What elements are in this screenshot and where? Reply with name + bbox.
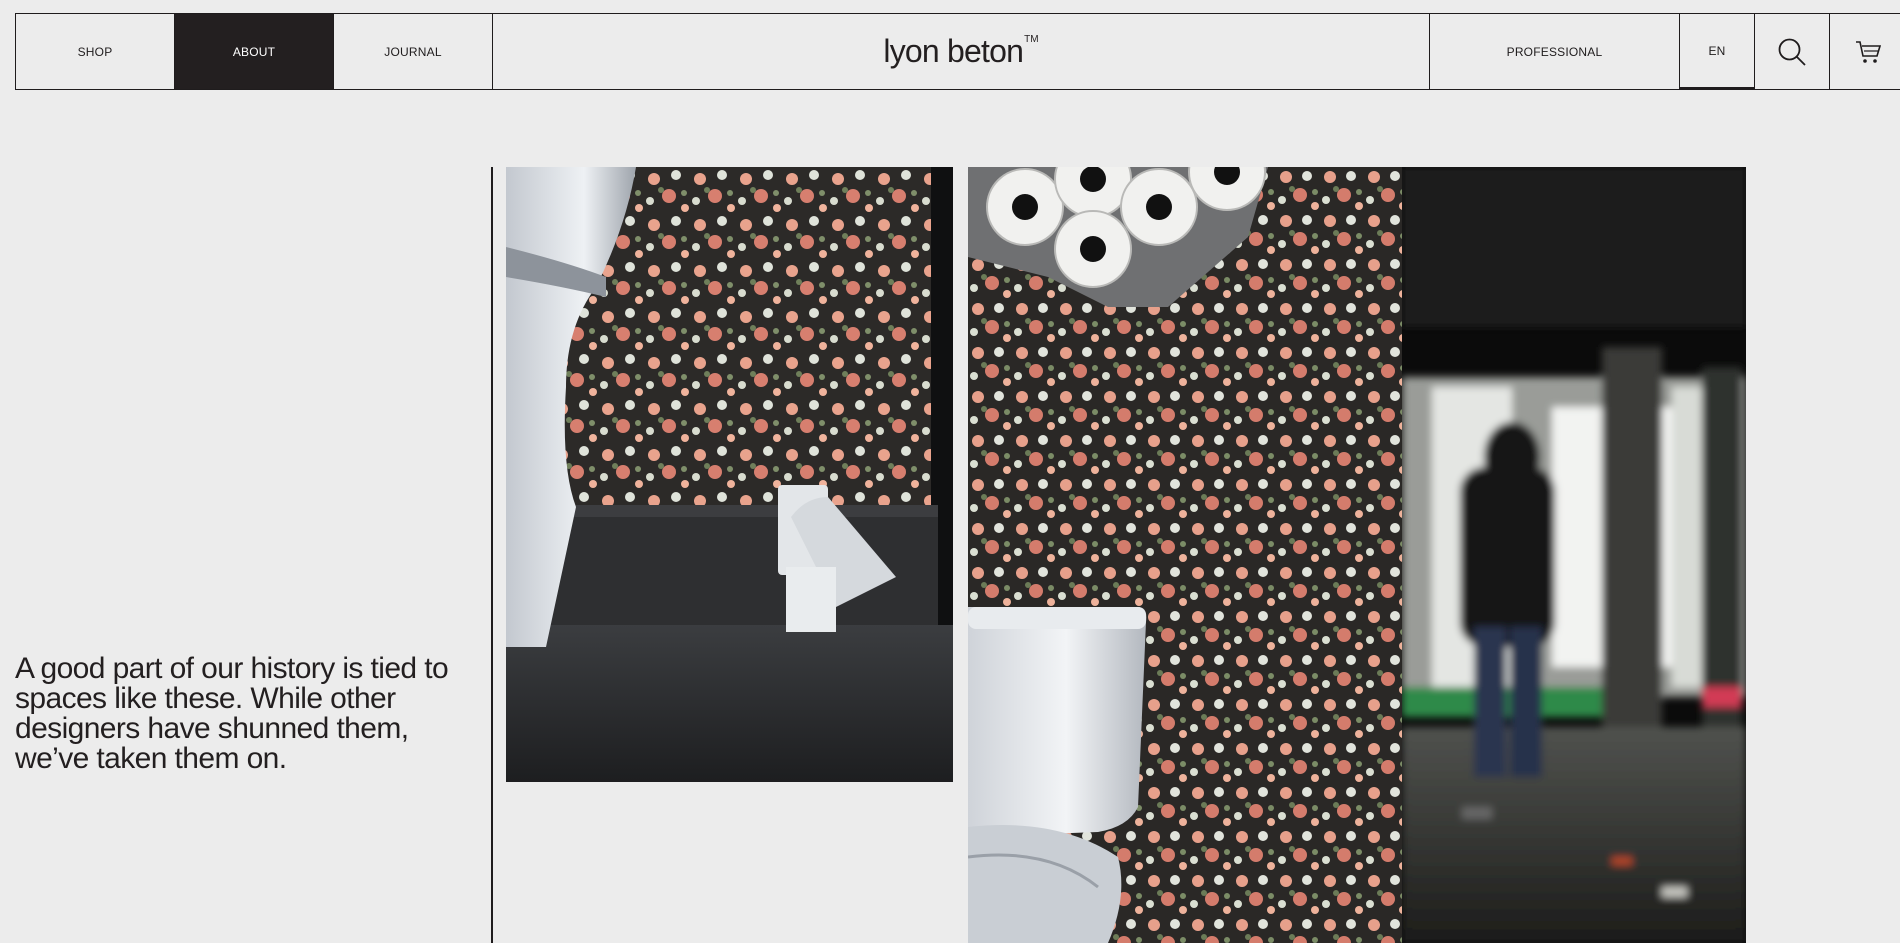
logo-cell[interactable]: lyon betonTM xyxy=(493,14,1430,89)
logo-text: lyon beton xyxy=(883,33,1024,69)
photo-person-concrete-image xyxy=(1402,167,1746,943)
photo-toilet-wallpaper-image xyxy=(506,167,953,782)
nav-shop[interactable]: SHOP xyxy=(16,14,175,89)
language-switch[interactable]: EN xyxy=(1680,14,1755,89)
photo-person-concrete xyxy=(1402,167,1746,943)
site-header: SHOP ABOUT JOURNAL lyon betonTM PROFESSI… xyxy=(15,13,1900,90)
nav-professional[interactable]: PROFESSIONAL xyxy=(1430,14,1680,89)
logo-trademark: TM xyxy=(1024,34,1039,46)
photo-paper-rack xyxy=(968,167,1402,943)
search-icon xyxy=(1778,38,1806,66)
cart-button[interactable] xyxy=(1830,14,1900,89)
about-tagline: A good part of our history is tied to sp… xyxy=(15,652,449,775)
site-logo[interactable]: lyon betonTM xyxy=(883,33,1038,70)
photo-paper-rack-image xyxy=(968,167,1402,943)
nav-journal[interactable]: JOURNAL xyxy=(334,14,493,89)
photo-toilet-wallpaper xyxy=(506,167,953,782)
cart-icon xyxy=(1855,40,1881,63)
section-divider xyxy=(491,167,493,943)
nav-about[interactable]: ABOUT xyxy=(175,14,334,89)
search-button[interactable] xyxy=(1755,14,1830,89)
